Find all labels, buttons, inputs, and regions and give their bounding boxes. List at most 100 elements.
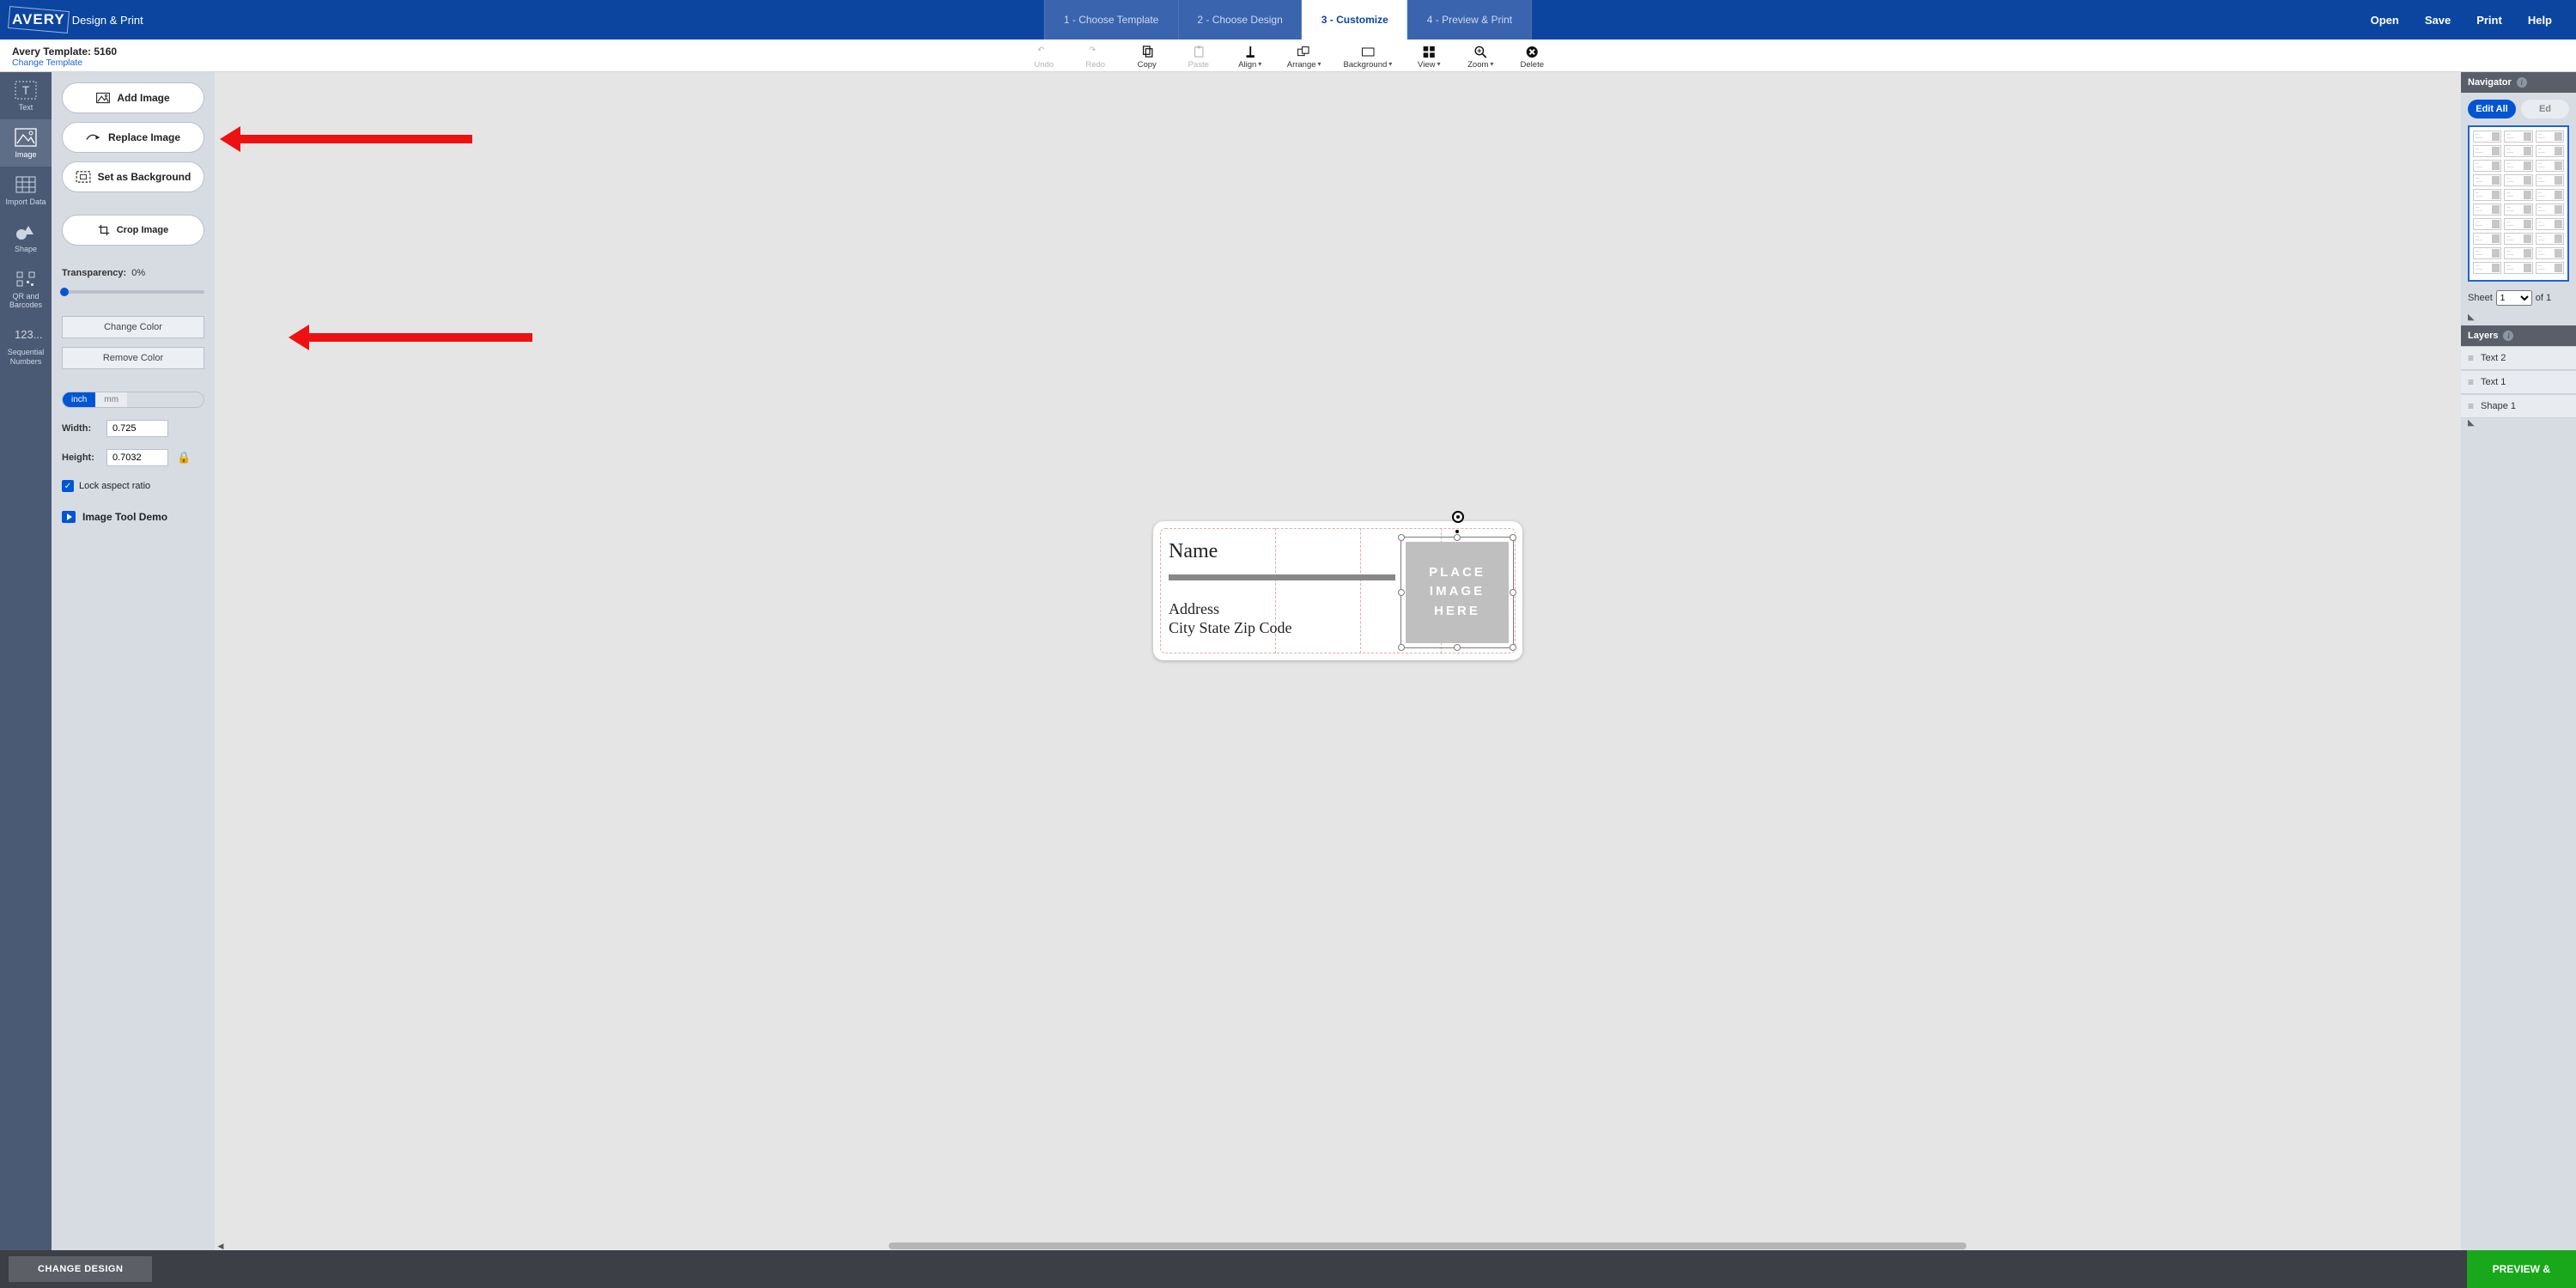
align-button[interactable]: Align [1236, 46, 1265, 70]
picture-icon [96, 92, 110, 104]
qr-icon [15, 270, 37, 289]
layers-expand-icon[interactable]: ◣ [2461, 418, 2576, 431]
label-field-address[interactable]: Address [1169, 600, 1219, 618]
layer-item[interactable]: ≡Text 2 [2461, 346, 2576, 370]
open-link[interactable]: Open [2371, 14, 2399, 27]
zoom-icon [1474, 46, 1487, 58]
set-background-button[interactable]: Set as Background [62, 161, 204, 192]
change-color-button[interactable]: Change Color [62, 316, 204, 338]
sheet-thumbnail[interactable]: ————————————————————————————————————————… [2468, 125, 2569, 282]
top-actions: Open Save Print Help [2371, 14, 2576, 27]
redo-icon: ↷ [1089, 46, 1102, 58]
navigator-header: Navigator i [2461, 72, 2576, 93]
print-link[interactable]: Print [2476, 14, 2502, 27]
nav-qr-barcodes[interactable]: QR and Barcodes [0, 261, 52, 318]
image-options-panel: Add Image Replace Image Set as Backgroun… [52, 72, 215, 1250]
label-preview[interactable]: Name Address City State Zip Code PLACE I… [1153, 521, 1522, 660]
layer-icon: ≡ [2468, 400, 2474, 412]
footer-bar: CHANGE DESIGN PREVIEW & [0, 1250, 2576, 1288]
brand-product: Design & Print [72, 14, 143, 27]
layers-header: Layers i [2461, 325, 2576, 346]
lock-aspect-checkbox[interactable]: ✓ Lock aspect ratio [62, 480, 204, 492]
shape-icon [15, 222, 37, 241]
numbers-icon: 123... [15, 325, 37, 344]
paste-button[interactable]: Paste [1184, 46, 1213, 70]
crop-icon [98, 224, 110, 236]
undo-button[interactable]: ↶ Undo [1030, 46, 1059, 70]
width-input[interactable] [106, 420, 168, 437]
template-info: Avery Template: 5160 Change Template [0, 42, 129, 70]
add-image-button[interactable]: Add Image [62, 82, 204, 113]
nav-shape[interactable]: Shape [0, 214, 52, 261]
label-field-name[interactable]: Name [1169, 540, 1218, 563]
preview-print-button[interactable]: PREVIEW & [2467, 1250, 2576, 1288]
design-canvas[interactable]: Name Address City State Zip Code PLACE I… [215, 72, 2461, 1250]
info-icon[interactable]: i [2517, 77, 2527, 88]
copy-button[interactable]: Copy [1133, 46, 1162, 70]
save-link[interactable]: Save [2425, 14, 2451, 27]
scroll-left-icon[interactable]: ◀ [216, 1242, 225, 1250]
help-link[interactable]: Help [2528, 14, 2552, 27]
template-title: Avery Template: 5160 [12, 46, 117, 58]
change-design-button[interactable]: CHANGE DESIGN [9, 1256, 152, 1282]
edit-one-tab[interactable]: Ed [2521, 100, 2569, 118]
sheet-select[interactable]: 1 [2496, 290, 2532, 306]
rotate-handle[interactable] [1452, 511, 1464, 523]
unit-toggle[interactable]: inch mm [62, 392, 204, 408]
delete-button[interactable]: Delete [1517, 46, 1546, 70]
crop-image-button[interactable]: Crop Image [62, 215, 204, 246]
transparency-control: Transparency: 0% [62, 268, 204, 278]
scroll-thumb[interactable] [889, 1242, 1967, 1249]
unit-inch[interactable]: inch [63, 392, 95, 407]
slider-knob[interactable] [60, 288, 69, 296]
replace-image-button[interactable]: Replace Image [62, 122, 204, 153]
image-tool-demo-link[interactable]: Image Tool Demo [62, 511, 204, 523]
redo-button[interactable]: ↷ Redo [1081, 46, 1110, 70]
arrange-icon [1297, 46, 1310, 58]
nav-text[interactable]: T Text [0, 72, 52, 119]
horizontal-scrollbar[interactable]: ◀ [215, 1242, 2461, 1250]
vertical-nav: T Text Image Import Data Shape QR and Ba… [0, 72, 52, 1250]
main: T Text Image Import Data Shape QR and Ba… [0, 72, 2576, 1250]
change-template-link[interactable]: Change Template [12, 58, 117, 68]
lock-icon: 🔒 [177, 451, 191, 465]
unit-mm[interactable]: mm [95, 392, 127, 407]
image-placeholder[interactable]: PLACE IMAGE HERE [1406, 542, 1509, 643]
undo-icon: ↶ [1037, 46, 1050, 58]
nav-import-data[interactable]: Import Data [0, 167, 52, 214]
view-icon [1423, 46, 1436, 58]
label-field-city-state-zip[interactable]: City State Zip Code [1169, 619, 1292, 637]
nav-expand-icon[interactable]: ◣ [2461, 313, 2576, 325]
grid-icon [15, 175, 37, 194]
label-divider[interactable] [1169, 574, 1395, 580]
remove-color-button[interactable]: Remove Color [62, 347, 204, 369]
edit-mode-tabs: Edit All Ed [2461, 93, 2576, 125]
nav-image[interactable]: Image [0, 119, 52, 167]
play-icon [62, 511, 76, 523]
info-icon[interactable]: i [2503, 331, 2513, 341]
checkmark-icon: ✓ [62, 480, 74, 492]
height-input[interactable] [106, 449, 168, 466]
background-button[interactable]: Background [1344, 46, 1393, 70]
width-label: Width: [62, 423, 100, 434]
edit-all-tab[interactable]: Edit All [2468, 100, 2516, 118]
height-label: Height: [62, 453, 100, 463]
layers-list: ≡Text 2 ≡Text 1 ≡Shape 1 [2461, 346, 2576, 418]
dashed-frame-icon [76, 171, 91, 183]
layer-icon: ≡ [2468, 352, 2474, 364]
layer-item[interactable]: ≡Shape 1 [2461, 394, 2576, 418]
annotation-arrow-1 [240, 135, 472, 143]
sheet-selector: Sheet 1 of 1 [2461, 287, 2576, 313]
right-sidebar: Navigator i Edit All Ed ————————————————… [2461, 72, 2576, 1250]
copy-icon [1140, 46, 1153, 58]
view-button[interactable]: View [1414, 46, 1443, 70]
svg-text:T: T [22, 83, 30, 97]
brand: AVERY Design & Print [0, 11, 155, 28]
delete-icon [1526, 46, 1539, 58]
annotation-arrow-2 [309, 333, 532, 342]
zoom-button[interactable]: Zoom [1466, 46, 1495, 70]
layer-item[interactable]: ≡Text 1 [2461, 370, 2576, 394]
transparency-slider[interactable] [62, 290, 204, 294]
arrange-button[interactable]: Arrange [1287, 46, 1321, 70]
nav-sequential-numbers[interactable]: 123... Sequential Numbers [0, 317, 52, 374]
